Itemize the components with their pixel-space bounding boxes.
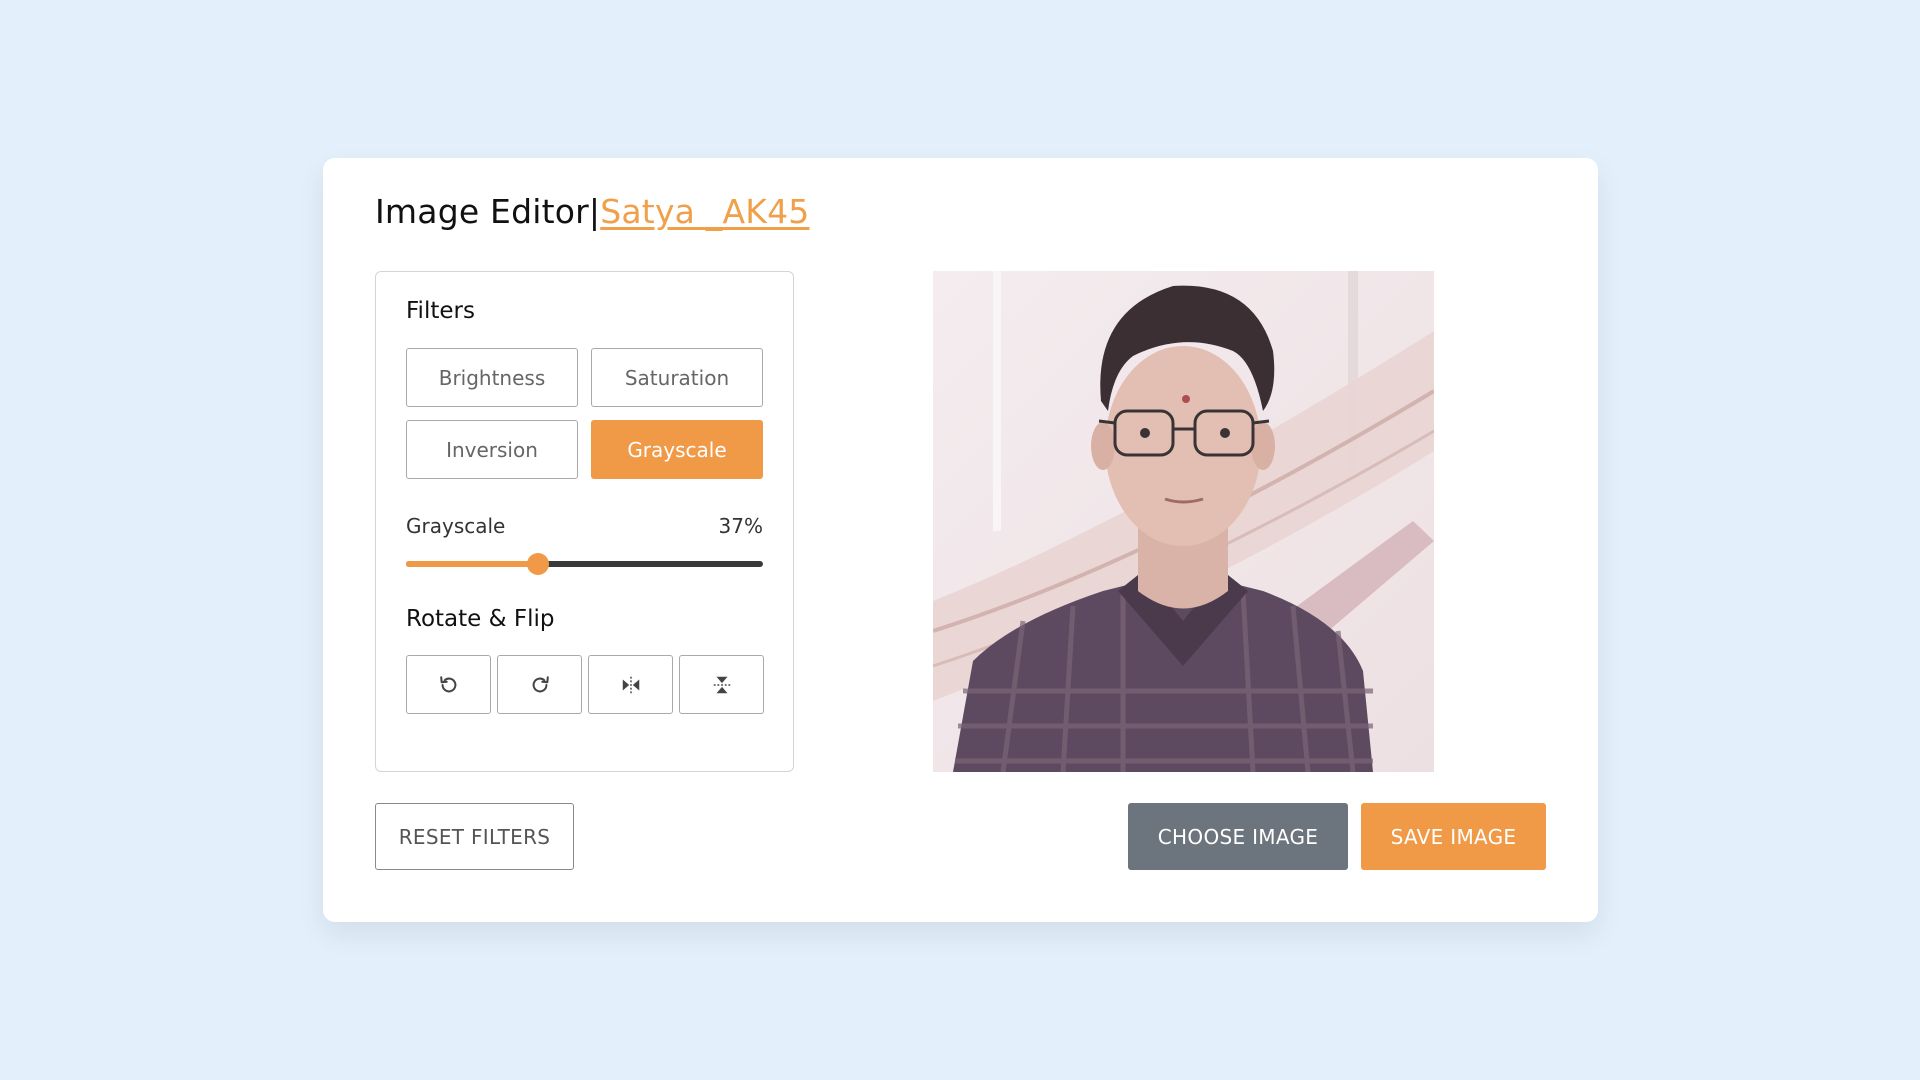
image-preview [933, 271, 1434, 772]
flip-vertical-icon [713, 676, 730, 693]
rotate-right-button[interactable] [497, 655, 582, 714]
flip-horizontal-icon [622, 676, 639, 693]
save-image-button[interactable]: SAVE IMAGE [1361, 803, 1546, 870]
choose-image-button[interactable]: CHOOSE IMAGE [1128, 803, 1348, 870]
filters-title: Filters [406, 298, 475, 324]
author-link[interactable]: Satya _AK45 [600, 192, 809, 231]
flip-vertical-button[interactable] [679, 655, 764, 714]
slider-thumb[interactable] [527, 553, 550, 575]
reset-filters-button[interactable]: RESET FILTERS [375, 803, 574, 870]
portrait-photo [933, 271, 1434, 772]
grayscale-slider[interactable] [406, 553, 763, 575]
rotate-right-icon [532, 675, 549, 692]
title-text: Image Editor| [375, 192, 601, 231]
inversion-button[interactable]: Inversion [406, 420, 578, 479]
filters-panel: Filters Brightness Saturation Inversion … [375, 271, 794, 772]
rotate-left-icon [439, 675, 456, 692]
page-title: Image Editor|Satya _AK45 [375, 192, 810, 231]
flip-horizontal-button[interactable] [588, 655, 673, 714]
slider-value: 37% [718, 514, 763, 538]
grayscale-button[interactable]: Grayscale [591, 420, 763, 479]
editor-card: Image Editor|Satya _AK45 Filters Brightn… [323, 158, 1598, 922]
brightness-button[interactable]: Brightness [406, 348, 578, 407]
slider-fill [406, 561, 539, 567]
slider-label: Grayscale [406, 514, 506, 538]
rotate-flip-title: Rotate & Flip [406, 606, 555, 632]
saturation-button[interactable]: Saturation [591, 348, 763, 407]
rotate-left-button[interactable] [406, 655, 491, 714]
